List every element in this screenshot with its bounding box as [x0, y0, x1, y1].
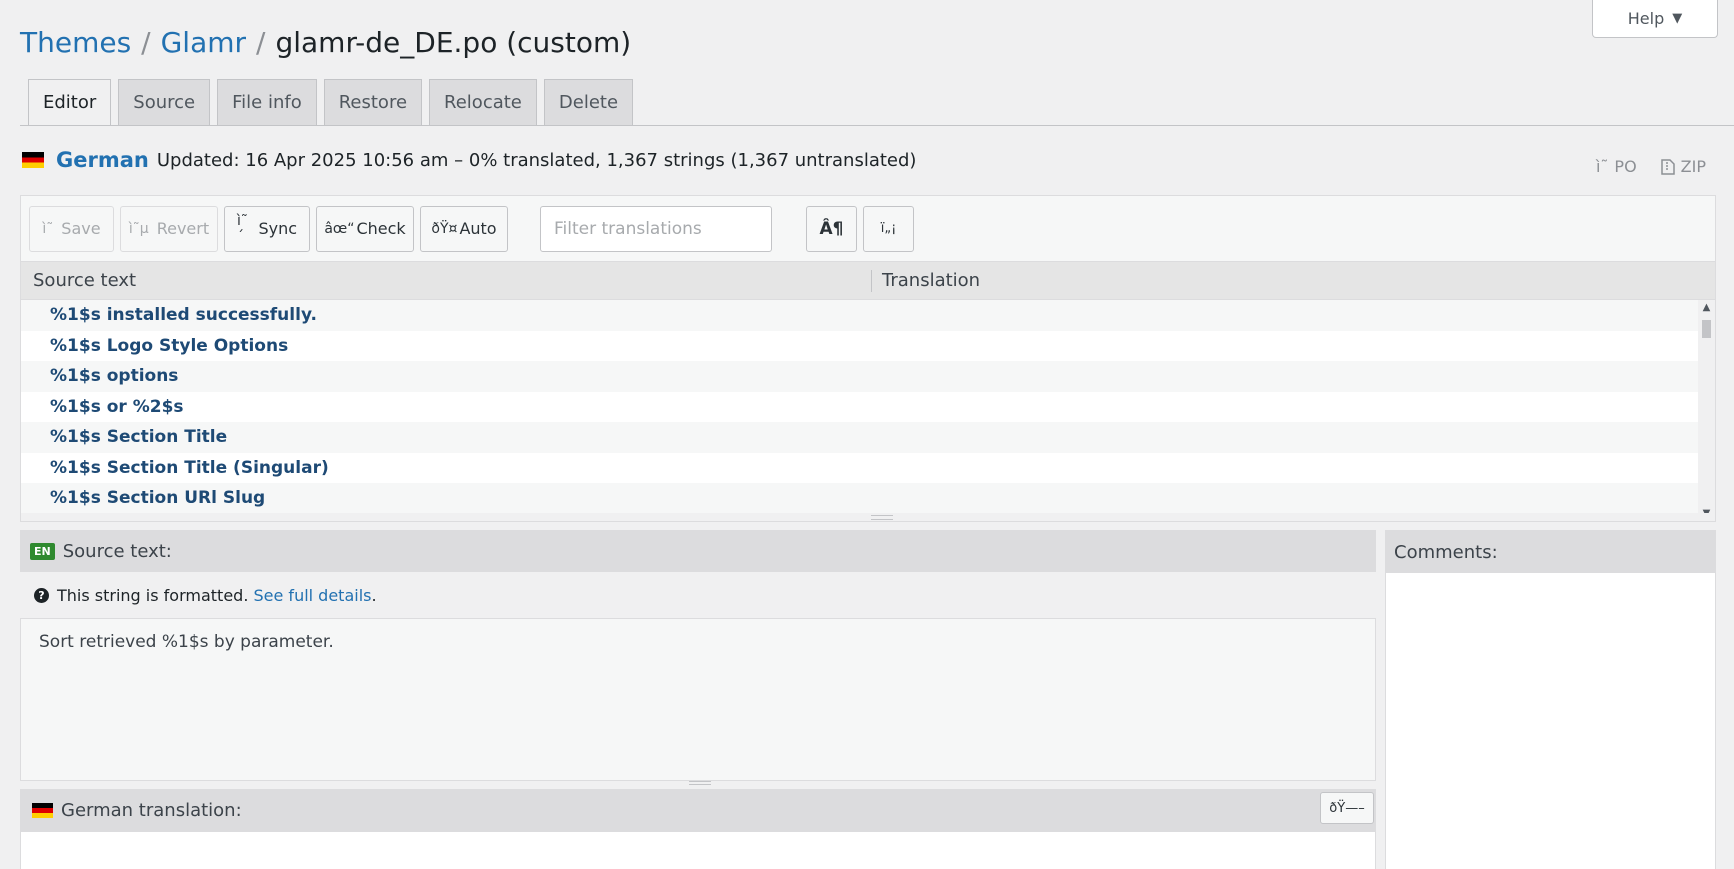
download-icon: ì˜	[1595, 157, 1609, 176]
check-icon: âœ“	[324, 220, 355, 237]
translation-header: German translation: ðŸ—–	[20, 789, 1376, 831]
comments-header: Comments:	[1386, 531, 1715, 573]
file-zip-icon	[1660, 158, 1675, 175]
caret-down-icon: ▼	[1672, 11, 1683, 26]
breadcrumb-separator: /	[256, 26, 266, 59]
breadcrumb: Themes / Glamr / glamr-de_DE.po (custom)	[20, 26, 631, 59]
list-item[interactable]: %1$s options	[21, 361, 1715, 392]
robot-icon: ðŸ¤	[431, 220, 458, 237]
sync-button[interactable]: ì˜´ Sync	[224, 205, 310, 252]
code-view-toggle-button[interactable]: ï„¡	[863, 205, 914, 252]
format-notice: ? This string is formatted. See full det…	[20, 572, 1376, 618]
page-title: glamr-de_DE.po (custom)	[275, 26, 632, 59]
tabs-divider	[20, 125, 1734, 126]
filter-translations-input[interactable]	[540, 205, 772, 252]
invisibles-toggle-button[interactable]: Â¶	[806, 205, 857, 252]
scroll-thumb[interactable]	[1702, 320, 1711, 338]
help-label: Help	[1627, 9, 1665, 28]
translation-title: German translation:	[61, 799, 242, 821]
breadcrumb-separator: /	[141, 26, 151, 59]
download-zip-label: ZIP	[1680, 157, 1706, 176]
check-button[interactable]: âœ“ Check	[316, 205, 414, 252]
list-item[interactable]: %1$s Section Title (Singular)	[21, 452, 1715, 483]
language-bar: German Updated: 16 Apr 2025 10:56 am – 0…	[22, 148, 916, 172]
save-button[interactable]: ì˜ Save	[29, 205, 114, 252]
save-label: Save	[61, 219, 101, 238]
tab-file-info[interactable]: File info	[217, 79, 317, 125]
source-resize-handle[interactable]	[689, 781, 711, 785]
source-column-header[interactable]: Source text	[21, 269, 872, 292]
list-scrollbar[interactable]: ▲ ▼	[1698, 300, 1715, 521]
source-text-header: EN Source text:	[20, 530, 1376, 572]
language-link[interactable]: German	[56, 148, 149, 172]
list-item[interactable]: %1$s installed successfully.	[21, 300, 1715, 331]
german-flag-icon	[22, 152, 44, 168]
maximize-translation-button[interactable]: ðŸ—–	[1320, 792, 1374, 824]
list-item[interactable]: %1$s Section URl Slug	[21, 483, 1715, 514]
string-list: %1$s installed successfully. %1$s Logo S…	[21, 300, 1715, 521]
source-text-box: Sort retrieved %1$s by parameter.	[20, 618, 1376, 785]
tab-bar: Editor Source File info Restore Relocate…	[28, 79, 634, 126]
code-icon: ï„¡	[880, 221, 897, 236]
en-language-badge: EN	[30, 542, 55, 560]
sync-label: Sync	[258, 219, 297, 238]
tab-relocate[interactable]: Relocate	[429, 79, 537, 125]
download-links: ì˜ PO ZIP	[1596, 157, 1706, 176]
breadcrumb-theme-link[interactable]: Glamr	[161, 26, 246, 59]
revert-icon: ì˜µ	[128, 220, 149, 237]
comments-title: Comments:	[1394, 541, 1498, 563]
source-text-title: Source text:	[62, 540, 172, 562]
notice-text: This string is formatted.	[57, 585, 249, 605]
auto-translate-button[interactable]: ðŸ¤ Auto	[420, 205, 508, 252]
tab-delete[interactable]: Delete	[543, 79, 634, 125]
tab-source[interactable]: Source	[118, 79, 211, 125]
editor-panel: ì˜ Save ì˜µ Revert ì˜´ Sync âœ“ Check ðŸ…	[20, 195, 1716, 522]
comments-panel: Comments:	[1385, 530, 1716, 869]
list-item[interactable]: %1$s Section Title	[21, 422, 1715, 453]
format-notice-text: This string is formatted. See full detai…	[57, 586, 377, 605]
language-status: Updated: 16 Apr 2025 10:56 am – 0% trans…	[156, 149, 917, 171]
revert-label: Revert	[156, 219, 210, 238]
list-item[interactable]: %1$s or %2$s	[21, 391, 1715, 422]
scroll-up-icon[interactable]: ▲	[1698, 302, 1715, 313]
tab-editor[interactable]: Editor	[28, 79, 112, 126]
german-flag-icon	[32, 802, 53, 818]
translation-textarea[interactable]	[20, 831, 1376, 869]
source-text-value: Sort retrieved %1$s by parameter.	[39, 632, 334, 652]
source-text-section: EN Source text: ? This string is formatt…	[20, 530, 1376, 785]
editor-toolbar: ì˜ Save ì˜µ Revert ì˜´ Sync âœ“ Check ðŸ…	[21, 196, 1715, 262]
pilcrow-icon: Â¶	[819, 218, 844, 239]
notice-end: .	[371, 585, 377, 605]
list-header: Source text Translation	[21, 262, 1715, 300]
check-label: Check	[356, 219, 406, 238]
list-item[interactable]: %1$s Logo Style Options	[21, 330, 1715, 361]
download-zip-link[interactable]: ZIP	[1660, 157, 1706, 176]
save-icon: ì˜	[42, 220, 54, 237]
help-button[interactable]: Help ▼	[1592, 0, 1718, 38]
download-po-label: PO	[1614, 157, 1637, 176]
auto-label: Auto	[459, 219, 497, 238]
breadcrumb-themes-link[interactable]: Themes	[20, 26, 131, 59]
download-po-link[interactable]: ì˜ PO	[1596, 157, 1637, 176]
maximize-icon: ðŸ—–	[1329, 800, 1365, 816]
list-resize-handle[interactable]	[21, 513, 1715, 521]
question-icon: ?	[34, 587, 49, 603]
see-full-details-link[interactable]: See full details	[254, 586, 372, 605]
sync-icon: ì˜´	[237, 212, 248, 245]
tab-restore[interactable]: Restore	[323, 79, 423, 125]
translation-column-header[interactable]: Translation	[872, 270, 980, 291]
revert-button[interactable]: ì˜µ Revert	[120, 205, 218, 252]
